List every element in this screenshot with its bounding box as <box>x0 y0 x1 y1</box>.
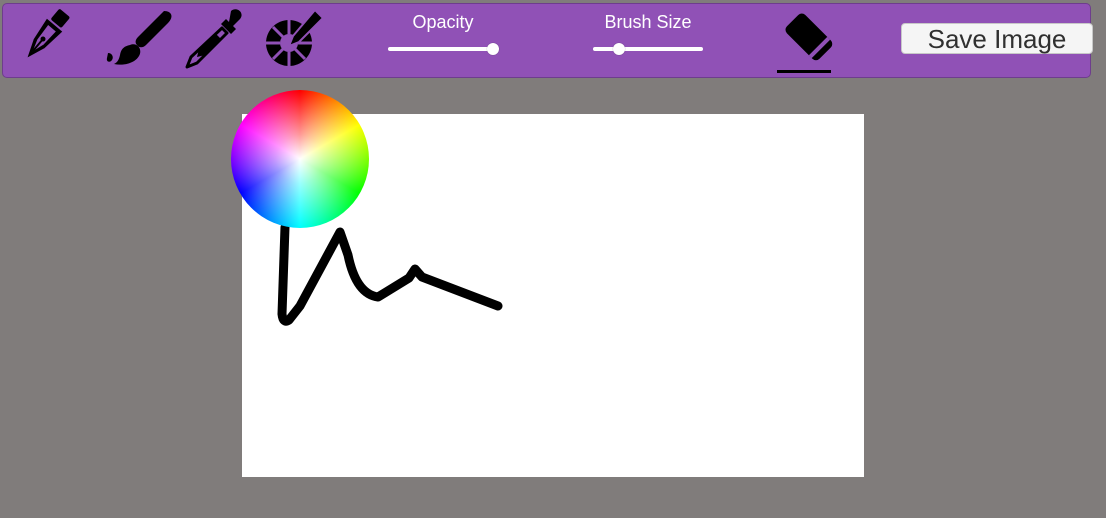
opacity-slider-block: Opacity <box>388 12 499 64</box>
eyedropper-icon <box>185 9 242 69</box>
eraser-tool-button[interactable] <box>773 9 851 75</box>
brush-size-slider-block: Brush Size <box>593 12 703 64</box>
brush-size-slider-knob[interactable] <box>613 43 626 55</box>
toolbar: Opacity Brush Size Save Image <box>2 3 1093 78</box>
opacity-slider-knob[interactable] <box>486 43 499 55</box>
color-picker-tool-button[interactable] <box>263 10 325 68</box>
eyedropper-tool-button[interactable] <box>183 7 249 71</box>
eraser-icon <box>777 13 833 73</box>
fountain-pen-icon <box>27 9 70 58</box>
opacity-label: Opacity <box>412 12 474 32</box>
brush-size-slider[interactable] <box>593 43 703 55</box>
paint-brush-icon <box>106 11 172 65</box>
color-wheel-center <box>231 90 369 228</box>
pen-tool-button[interactable] <box>12 6 74 72</box>
color-wheel-pencil-icon <box>266 10 325 66</box>
color-wheel-picker[interactable] <box>231 90 369 228</box>
brush-tool-button[interactable] <box>106 9 176 69</box>
save-image-button[interactable]: Save Image <box>901 23 1093 54</box>
opacity-slider[interactable] <box>388 43 499 55</box>
brush-size-label: Brush Size <box>604 12 692 32</box>
drawn-stroke <box>277 222 503 326</box>
